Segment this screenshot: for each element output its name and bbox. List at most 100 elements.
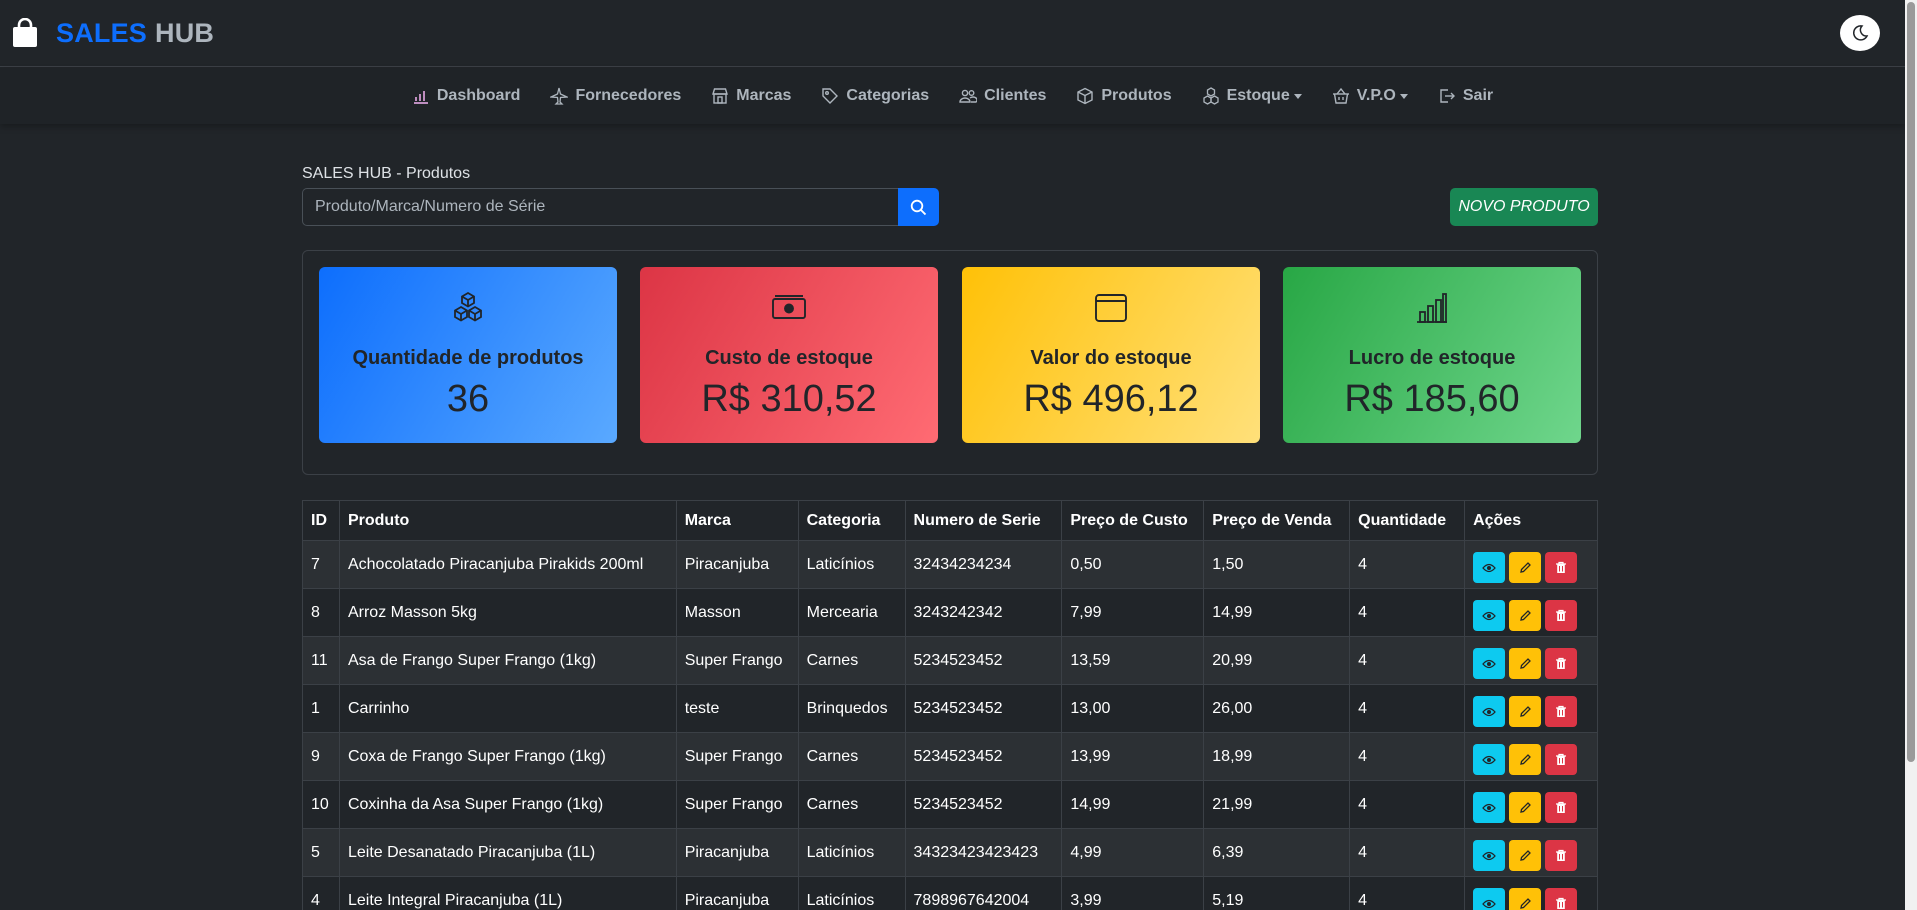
nav-item-vpo[interactable]: V.P.O	[1332, 87, 1408, 105]
column-header: Ações	[1464, 500, 1598, 541]
view-button[interactable]	[1473, 792, 1506, 823]
cell-category: Laticínios	[797, 828, 906, 877]
brand[interactable]: SALES HUB	[12, 18, 214, 49]
cell-id: 1	[302, 684, 340, 733]
row-actions	[1473, 642, 1589, 679]
column-header[interactable]: Quantidade	[1349, 500, 1466, 541]
column-header[interactable]: Preço de Venda	[1203, 500, 1351, 541]
cell-cost: 0,50	[1061, 540, 1205, 589]
edit-button[interactable]	[1509, 840, 1542, 871]
brand-name-part1: SALES	[56, 17, 148, 48]
column-header[interactable]: Numero de Serie	[904, 500, 1063, 541]
cell-quantity: 4	[1349, 780, 1466, 829]
delete-button[interactable]	[1545, 600, 1578, 631]
view-button[interactable]	[1473, 744, 1506, 775]
edit-button[interactable]	[1509, 888, 1542, 910]
nav-item-label: Produtos	[1101, 87, 1172, 104]
nav-item-label: Marcas	[736, 87, 792, 104]
cell-serial: 34323423423423	[904, 828, 1063, 877]
cell-cost: 13,00	[1061, 684, 1205, 733]
cell-cost: 4,99	[1061, 828, 1205, 877]
nav-item-categorias[interactable]: Categorias	[821, 87, 929, 105]
search-bar	[302, 188, 939, 226]
delete-button[interactable]	[1545, 552, 1578, 583]
column-header[interactable]: Marca	[675, 500, 799, 541]
column-header[interactable]: Categoria	[797, 500, 906, 541]
box-icon	[1077, 87, 1094, 105]
row-actions	[1473, 546, 1589, 583]
edit-button[interactable]	[1509, 600, 1542, 631]
view-button[interactable]	[1473, 696, 1506, 727]
edit-button[interactable]	[1509, 696, 1542, 727]
nav-item-produtos[interactable]: Produtos	[1076, 87, 1172, 105]
eye-icon	[1482, 899, 1496, 908]
trash-icon	[1556, 849, 1567, 861]
stat-card-value: R$ 496,12	[1023, 378, 1199, 420]
stat-card-cost: Custo de estoque R$ 310,52	[640, 267, 938, 443]
scrollbar-thumb[interactable]	[1907, 2, 1915, 762]
stat-card-value-stock: Valor do estoque R$ 496,12	[962, 267, 1260, 443]
new-product-button[interactable]: NOVO PRODUTO	[1450, 188, 1598, 226]
nav-item-sair[interactable]: Sair	[1438, 87, 1493, 105]
delete-button[interactable]	[1545, 840, 1578, 871]
cell-product: Arroz Masson 5kg	[338, 588, 677, 637]
boxes-icon	[454, 291, 482, 322]
cell-actions	[1464, 828, 1598, 877]
chevron-down-icon	[1399, 93, 1408, 99]
cell-product: Leite Integral Piracanjuba (1L)	[338, 876, 677, 910]
pencil-icon	[1519, 850, 1531, 861]
cell-cost: 13,99	[1061, 732, 1205, 781]
cell-serial: 32434234234	[904, 540, 1063, 589]
view-button[interactable]	[1473, 888, 1506, 910]
stats-panel: Quantidade de produtos 36 Custo de estoq…	[302, 250, 1598, 475]
edit-button[interactable]	[1509, 552, 1542, 583]
page-scrollbar[interactable]	[1905, 0, 1917, 910]
cell-product: Coxa de Frango Super Frango (1kg)	[338, 732, 677, 781]
view-button[interactable]	[1473, 600, 1506, 631]
row-actions	[1473, 882, 1589, 910]
view-button[interactable]	[1473, 648, 1506, 679]
nav-item-dashboard[interactable]: Dashboard	[412, 87, 520, 105]
delete-button[interactable]	[1545, 744, 1578, 775]
brand-name-part2: HUB	[155, 17, 215, 48]
column-header[interactable]: ID	[302, 500, 340, 541]
nav-item-fornecedores[interactable]: Fornecedores	[550, 87, 681, 105]
view-button[interactable]	[1473, 552, 1506, 583]
nav-item-estoque[interactable]: Estoque	[1202, 87, 1302, 105]
cell-id: 11	[302, 636, 340, 685]
cell-serial: 5234523452	[904, 780, 1063, 829]
table-row: 9 Coxa de Frango Super Frango (1kg) Super …	[302, 732, 1598, 781]
theme-toggle-button[interactable]	[1840, 15, 1880, 51]
delete-button[interactable]	[1545, 648, 1578, 679]
search-button[interactable]	[898, 188, 939, 226]
row-actions	[1473, 738, 1589, 775]
cell-quantity: 4	[1349, 540, 1466, 589]
stat-card-value: R$ 310,52	[701, 378, 877, 420]
column-header[interactable]: Produto	[338, 500, 677, 541]
cell-product: Carrinho	[338, 684, 677, 733]
column-header[interactable]: Preço de Custo	[1061, 500, 1205, 541]
cell-serial: 5234523452	[904, 636, 1063, 685]
delete-button[interactable]	[1545, 696, 1578, 727]
stat-card-profit: Lucro de estoque R$ 185,60	[1283, 267, 1581, 443]
edit-button[interactable]	[1509, 792, 1542, 823]
view-button[interactable]	[1473, 840, 1506, 871]
delete-button[interactable]	[1545, 888, 1578, 910]
eye-icon	[1482, 563, 1496, 572]
eye-icon	[1482, 803, 1496, 812]
delete-button[interactable]	[1545, 792, 1578, 823]
edit-button[interactable]	[1509, 648, 1542, 679]
nav-item-clientes[interactable]: Clientes	[959, 87, 1046, 105]
nav-item-label: Categorias	[846, 87, 930, 104]
cell-category: Brinquedos	[797, 684, 906, 733]
nav-item-marcas[interactable]: Marcas	[711, 87, 791, 105]
stat-card-title: Valor do estoque	[1030, 347, 1192, 369]
edit-button[interactable]	[1509, 744, 1542, 775]
nav-item-label: Estoque	[1226, 87, 1290, 104]
trash-icon	[1556, 801, 1567, 813]
search-icon	[910, 199, 927, 215]
search-input[interactable]	[302, 188, 898, 226]
cell-quantity: 4	[1349, 828, 1466, 877]
chevron-down-icon	[1293, 93, 1302, 99]
row-actions	[1473, 594, 1589, 631]
